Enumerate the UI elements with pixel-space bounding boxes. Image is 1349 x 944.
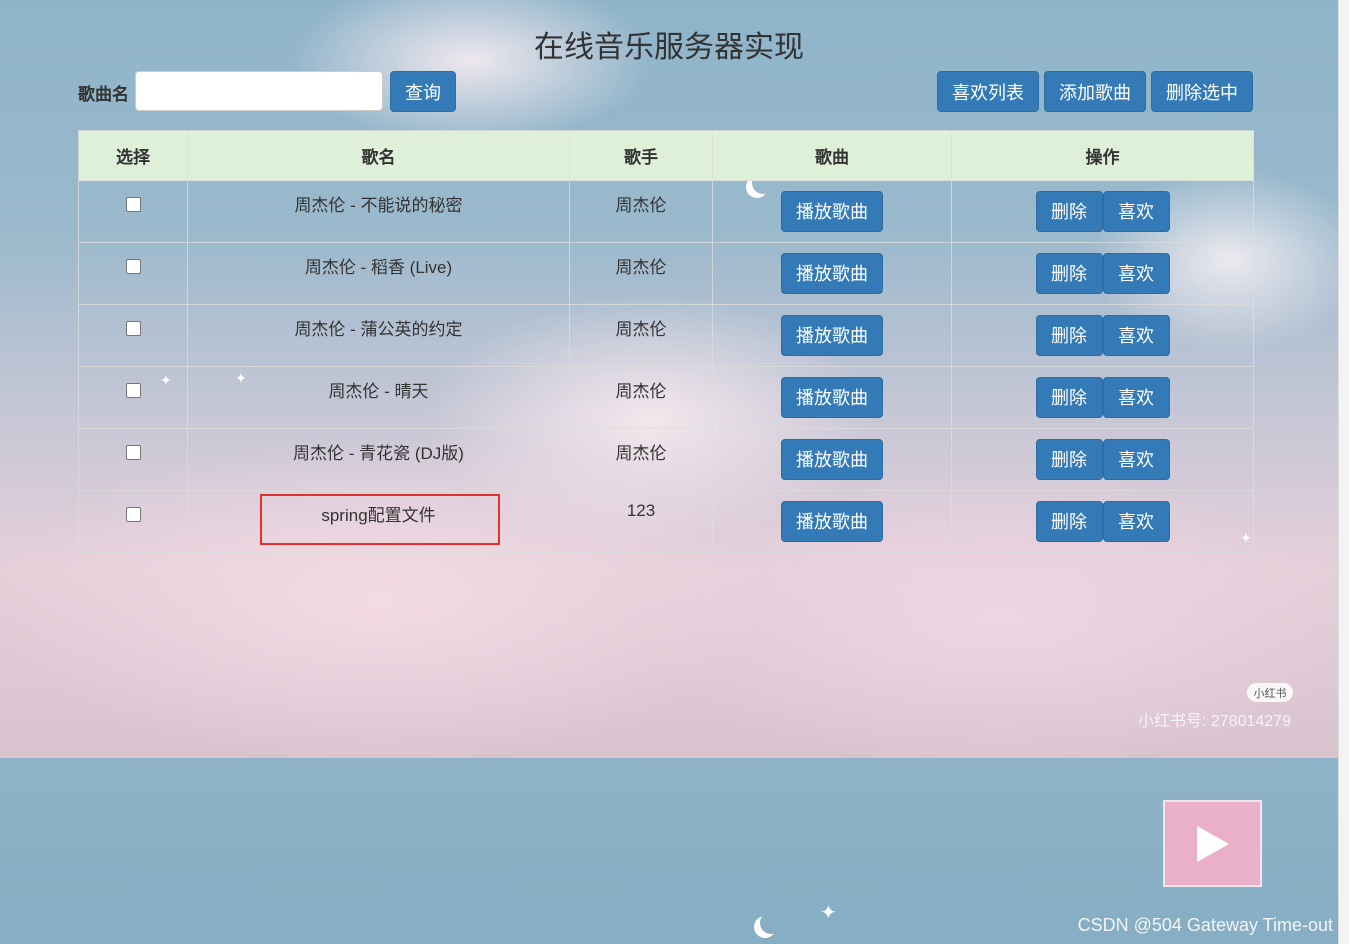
table-header-row: 选择 歌名 歌手 歌曲 操作: [78, 130, 1254, 181]
song-title: 周杰伦 - 晴天: [187, 366, 570, 429]
search-label: 歌曲名: [78, 85, 129, 104]
song-name-search-input[interactable]: [135, 71, 383, 111]
delete-button[interactable]: 删除: [1035, 252, 1103, 294]
select-checkbox[interactable]: [125, 259, 141, 274]
browser-scroll-strip: [1338, 0, 1349, 944]
table-row: 周杰伦 - 不能说的秘密 周杰伦 播放歌曲 删除 喜欢: [78, 180, 1254, 243]
song-singer: 周杰伦: [569, 304, 713, 367]
query-button[interactable]: 查询: [390, 71, 456, 112]
song-singer: 周杰伦: [569, 428, 713, 491]
annotation-highlight-box: [260, 494, 500, 545]
play-icon: [1196, 825, 1229, 862]
delete-button[interactable]: 删除: [1035, 438, 1103, 480]
table-row: 周杰伦 - 稻香 (Live) 周杰伦 播放歌曲 删除 喜欢: [78, 242, 1254, 305]
moon-decoration: [760, 912, 782, 934]
select-checkbox[interactable]: [125, 383, 141, 398]
column-header-select: 选择: [78, 130, 188, 181]
column-header-actions: 操作: [951, 130, 1254, 181]
delete-button[interactable]: 删除: [1035, 314, 1103, 356]
song-table: 选择 歌名 歌手 歌曲 操作 周杰伦 - 不能说的秘密 周杰伦 播放歌曲 删除喜…: [78, 130, 1254, 553]
play-song-button[interactable]: 播放歌曲: [781, 500, 883, 542]
column-header-song: 歌曲: [712, 130, 952, 181]
add-song-button[interactable]: 添加歌曲: [1044, 71, 1146, 112]
song-singer: 周杰伦: [569, 366, 713, 429]
song-singer: 123: [569, 490, 713, 553]
song-title: 周杰伦 - 不能说的秘密: [187, 180, 570, 243]
song-title: 周杰伦 - 稻香 (Live): [187, 242, 570, 305]
like-button[interactable]: 喜欢: [1102, 438, 1170, 480]
column-header-singer: 歌手: [569, 130, 713, 181]
play-song-button[interactable]: 播放歌曲: [781, 314, 883, 356]
song-title: 周杰伦 - 青花瓷 (DJ版): [187, 428, 570, 491]
star-decoration: ✦: [820, 902, 837, 924]
like-button[interactable]: 喜欢: [1102, 376, 1170, 418]
delete-selected-button[interactable]: 删除选中: [1151, 71, 1253, 112]
play-song-button[interactable]: 播放歌曲: [781, 252, 883, 294]
like-list-button[interactable]: 喜欢列表: [937, 71, 1039, 112]
select-checkbox[interactable]: [125, 321, 141, 336]
delete-button[interactable]: 删除: [1035, 500, 1103, 542]
like-button[interactable]: 喜欢: [1102, 252, 1170, 294]
table-row: 周杰伦 - 青花瓷 (DJ版) 周杰伦 播放歌曲 删除 喜欢: [78, 428, 1254, 491]
xiaohongshu-logo: 小红书: [1247, 683, 1293, 702]
select-checkbox[interactable]: [125, 507, 141, 522]
page-title: 在线音乐服务器实现: [534, 31, 804, 64]
music-player-play-button[interactable]: [1163, 800, 1262, 887]
table-row: 周杰伦 - 晴天 周杰伦 播放歌曲 删除 喜欢: [78, 366, 1254, 429]
like-button[interactable]: 喜欢: [1102, 190, 1170, 232]
like-button[interactable]: 喜欢: [1102, 500, 1170, 542]
csdn-credit-watermark: CSDN @504 Gateway Time-out: [1077, 915, 1333, 935]
column-header-title: 歌名: [187, 130, 570, 181]
play-song-button[interactable]: 播放歌曲: [781, 190, 883, 232]
song-singer: 周杰伦: [569, 180, 713, 243]
play-song-button[interactable]: 播放歌曲: [781, 376, 883, 418]
like-button[interactable]: 喜欢: [1102, 314, 1170, 356]
select-checkbox[interactable]: [125, 445, 141, 460]
song-singer: 周杰伦: [569, 242, 713, 305]
table-row: spring配置文件 123 播放歌曲 删除 喜欢: [78, 490, 1254, 553]
table-row: 周杰伦 - 蒲公英的约定 周杰伦 播放歌曲 删除 喜欢: [78, 304, 1254, 367]
delete-button[interactable]: 删除: [1035, 376, 1103, 418]
song-title: 周杰伦 - 蒲公英的约定: [187, 304, 570, 367]
select-checkbox[interactable]: [125, 197, 141, 212]
watermark-id-text: 小红书号: 278014279: [1138, 713, 1291, 730]
delete-button[interactable]: 删除: [1035, 190, 1103, 232]
play-song-button[interactable]: 播放歌曲: [781, 438, 883, 480]
